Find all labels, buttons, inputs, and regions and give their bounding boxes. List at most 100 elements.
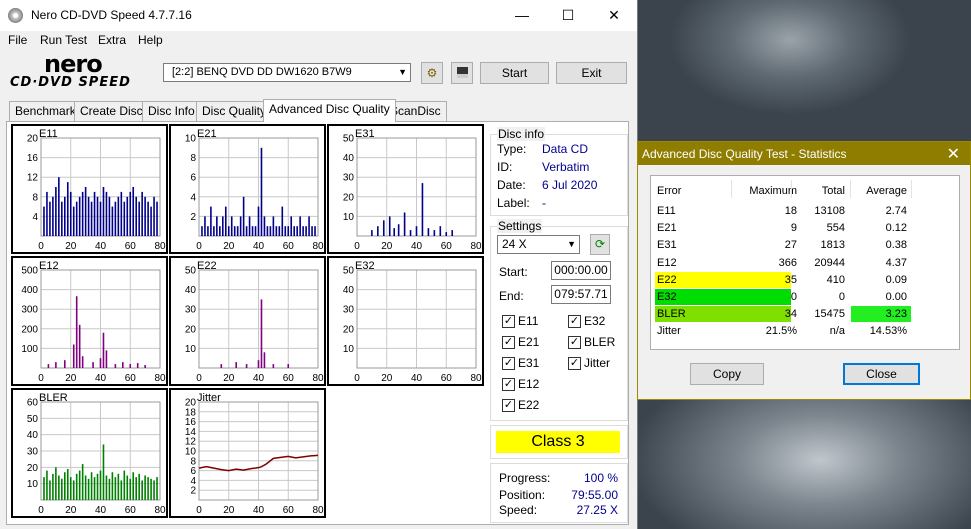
y-tick-label: 500 [21,266,38,277]
chart-bar [144,365,146,368]
tab-create-disc[interactable]: Create Disc [74,101,149,121]
header-error: Error [657,185,682,197]
x-tick-label: 0 [38,505,44,516]
chevron-down-icon: ▼ [567,239,576,249]
refresh-button[interactable]: ⟳ [590,234,610,255]
id-value: Verbatim [542,160,590,174]
y-tick-label: 20 [185,398,197,409]
stats-cell-error: E32 [657,291,677,303]
chart-bar [415,226,418,236]
save-button[interactable] [451,62,473,84]
checkbox-e31[interactable]: ✓ [502,357,515,370]
stats-cell-error: E12 [657,256,677,269]
drive-eject-button[interactable]: ⚙ [421,62,443,84]
chart-bar [123,201,126,236]
chart-bar [275,226,278,236]
speed-select[interactable]: 24 X ▼ [497,235,580,254]
y-tick-label: 40 [343,285,355,296]
tab-advanced-disc-quality[interactable]: Advanced Disc Quality [263,99,396,122]
y-tick-label: 100 [21,344,38,355]
chart-bar [93,191,96,236]
chart-bar [269,226,272,236]
speed-value: 27.25 X [576,503,618,517]
statistics-close-icon[interactable]: ✕ [947,144,960,164]
stats-cell-maximum: 35 [784,273,797,286]
chart-bar [102,187,105,236]
speed-label: Speed: [499,503,538,517]
tab-disc-info[interactable]: Disc Info [142,101,201,121]
x-tick-label: 60 [283,373,295,384]
x-tick-label: 40 [253,373,265,384]
stats-cell-maximum: 34 [784,308,797,321]
chart-bar [99,201,102,236]
tab-disc-quality[interactable]: Disc Quality [196,101,273,121]
chart-bar [58,475,60,500]
start-input[interactable]: 000:00.00 [551,261,611,280]
end-input[interactable]: 079:57.71 [551,285,611,304]
close-button[interactable]: ✕ [591,0,637,31]
stats-cell-error: E22 [657,273,677,286]
stats-cell-error: E31 [657,239,677,252]
stats-cell-average: 0.00 [885,291,907,303]
chart-bar [52,196,54,236]
copy-button[interactable]: Copy [690,363,764,385]
checkbox-bler[interactable]: ✓ [568,336,581,349]
nero-logo: nero [44,50,103,78]
exit-button[interactable]: Exit [556,62,627,84]
x-tick-label: 20 [223,241,235,252]
menu-file[interactable]: File [8,33,27,47]
chart-bar [43,206,45,236]
y-tick-label: 30 [27,447,39,458]
gear-chain-icon: ⚙ [426,66,438,80]
chart-bar [230,216,233,236]
date-value: 6 Jul 2020 [542,178,598,192]
chart-bar [201,226,203,236]
y-tick-label: 50 [343,266,355,277]
stats-cell-average: 4.37 [885,256,907,269]
y-tick-label: 10 [185,344,197,355]
chart-bar [114,364,117,368]
tab-benchmark[interactable]: Benchmark [9,101,82,121]
chart-bar [138,201,140,236]
stats-cell-maximum: 21.5% [765,325,797,338]
chart-bar [49,201,51,236]
x-tick-label: 60 [441,241,453,252]
start-button[interactable]: Start [480,62,549,84]
chart-bar [260,299,263,368]
checkbox-e21[interactable]: ✓ [502,336,515,349]
x-tick-label: 80 [312,241,324,252]
chart-bar [93,477,96,500]
title-bar[interactable]: Nero CD-DVD Speed 4.7.7.16 — ☐ ✕ [0,0,637,31]
chart-bar [213,226,215,236]
dialog-close-button[interactable]: Close [843,363,920,385]
chart-bar [64,360,66,368]
chart-bar [382,220,385,236]
stats-cell-average: 2.74 [885,205,907,217]
menu-help[interactable]: Help [138,33,163,47]
speed-select-value: 24 X [502,237,527,251]
x-tick-label: 40 [411,241,423,252]
chart-bar [55,187,57,236]
chart-bar [227,226,230,236]
menu-extra[interactable]: Extra [98,33,126,47]
statistics-title-bar[interactable]: Advanced Disc Quality Test - Statistics … [638,142,970,165]
checkbox-e22[interactable]: ✓ [502,399,515,412]
chart-bar [254,226,257,236]
stats-cell-total: 1813 [820,239,845,252]
maximize-button[interactable]: ☐ [545,0,591,31]
chart-bar [144,196,146,236]
chart-bar [72,480,75,500]
minimize-button[interactable]: — [499,0,545,31]
chart-bar [251,226,254,236]
chart-bar [126,475,129,500]
y-tick-label: 18 [185,407,197,418]
y-tick-label: 12 [27,173,39,184]
checkbox-e32[interactable]: ✓ [568,315,581,328]
checkbox-jitter[interactable]: ✓ [568,357,581,370]
checkbox-e12[interactable]: ✓ [502,378,515,391]
start-label: Start: [499,265,528,279]
menu-run-test[interactable]: Run Test [40,33,87,47]
checkbox-e11[interactable]: ✓ [502,315,515,328]
drive-select[interactable]: [2:2] BENQ DVD DD DW1620 B7W9 ▼ [163,63,411,82]
x-tick-label: 40 [95,505,107,516]
